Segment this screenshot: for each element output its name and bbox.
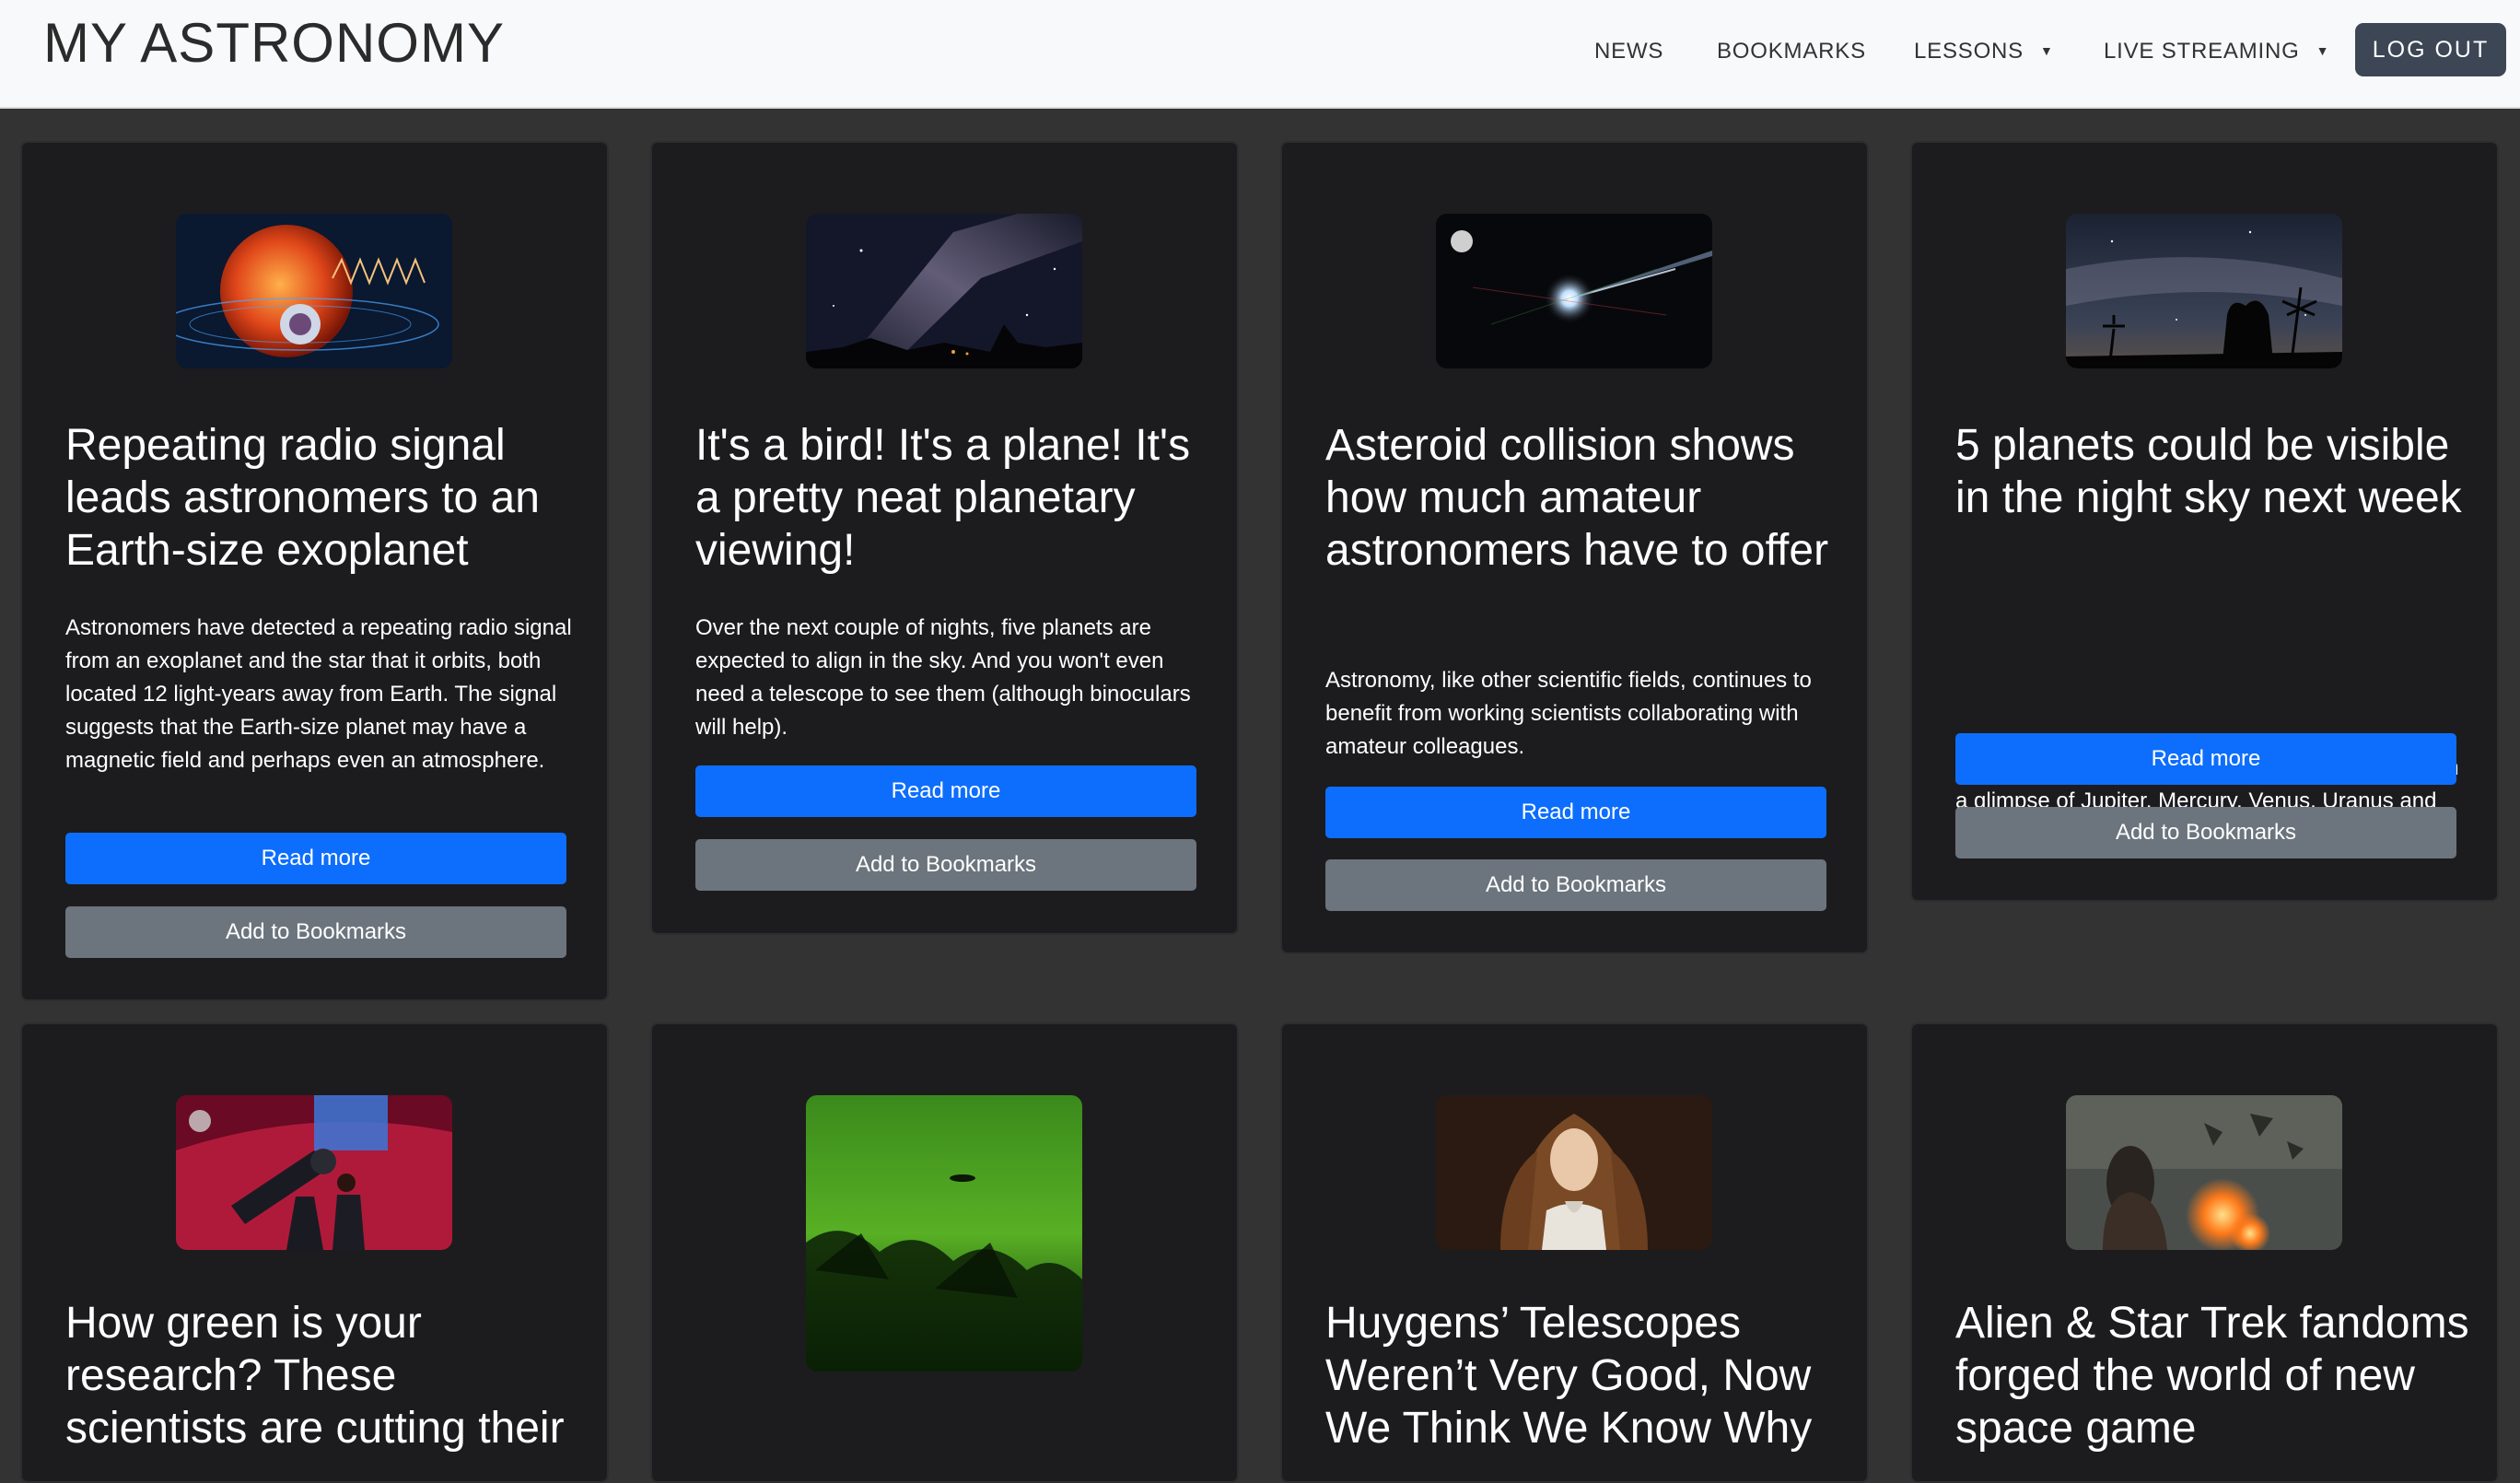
card-image[interactable] — [1436, 1095, 1712, 1250]
caret-down-icon: ▼ — [2316, 43, 2330, 58]
read-more-button[interactable]: Read more — [1325, 787, 1826, 838]
card-title: Huygens’ Telescopes Weren’t Very Good, N… — [1325, 1299, 1813, 1453]
add-to-bookmarks-button[interactable]: Add to Bookmarks — [695, 839, 1196, 891]
brand-logo-text[interactable]: MY ASTRONOMY — [43, 11, 505, 75]
card-title: 5 planets could be visible in the night … — [1955, 421, 2462, 522]
read-more-button[interactable]: Read more — [1955, 733, 2456, 785]
card-title: Asteroid collision shows how much amateu… — [1325, 421, 1829, 575]
logout-button[interactable]: LOG OUT — [2355, 23, 2506, 76]
news-card: Alien & Star Trek fandoms forged the wor… — [1910, 1022, 2499, 1483]
card-image[interactable] — [806, 214, 1082, 368]
card-text: Astronomy, like other scientific fields,… — [1325, 668, 1812, 759]
nav-lessons-dropdown[interactable]: LESSONS ▼ — [1914, 39, 2054, 64]
card-title: How green is your research? These scient… — [65, 1299, 565, 1453]
card-image[interactable] — [176, 1095, 452, 1250]
nav-live-streaming-label: LIVE STREAMING — [2104, 39, 2300, 64]
add-to-bookmarks-button[interactable]: Add to Bookmarks — [65, 906, 566, 958]
nav-news[interactable]: NEWS — [1594, 39, 1663, 64]
news-card: It's a bird! It's a plane! It's a pretty… — [650, 141, 1239, 935]
read-more-button[interactable]: Read more — [695, 765, 1196, 817]
read-more-button[interactable]: Read more — [65, 833, 566, 884]
card-image[interactable] — [176, 214, 452, 368]
card-image[interactable] — [2066, 1095, 2342, 1250]
caret-down-icon: ▼ — [2039, 43, 2054, 58]
top-navbar: MY ASTRONOMY NEWS BOOKMARKS LESSONS ▼ LIV… — [0, 0, 2520, 109]
card-title: It's a bird! It's a plane! It's a pretty… — [695, 421, 1191, 575]
news-card: How green is your research? These scient… — [20, 1022, 609, 1483]
news-card: Asteroid collision shows how much amateu… — [1280, 141, 1869, 954]
card-text: Over the next couple of nights, five pla… — [695, 615, 1191, 740]
card-text: Astronomers have detected a repeating ra… — [65, 615, 572, 773]
news-card: Repeating radio signal leads astronomers… — [20, 141, 609, 1001]
news-card: 5 planets could be visible in the night … — [1910, 141, 2499, 902]
news-card: Huygens’ Telescopes Weren’t Very Good, N… — [1280, 1022, 1869, 1483]
card-image[interactable] — [1436, 214, 1712, 368]
add-to-bookmarks-button[interactable]: Add to Bookmarks — [1955, 807, 2456, 858]
news-card — [650, 1022, 1239, 1483]
nav-lessons-label: LESSONS — [1914, 39, 2024, 64]
card-title: Repeating radio signal leads astronomers… — [65, 421, 540, 575]
nav-bookmarks[interactable]: BOOKMARKS — [1717, 39, 1866, 64]
card-image[interactable] — [806, 1095, 1082, 1372]
card-image[interactable] — [2066, 214, 2342, 368]
nav-live-streaming-dropdown[interactable]: LIVE STREAMING ▼ — [2104, 39, 2329, 64]
card-title: Alien & Star Trek fandoms forged the wor… — [1955, 1299, 2469, 1453]
add-to-bookmarks-button[interactable]: Add to Bookmarks — [1325, 859, 1826, 911]
